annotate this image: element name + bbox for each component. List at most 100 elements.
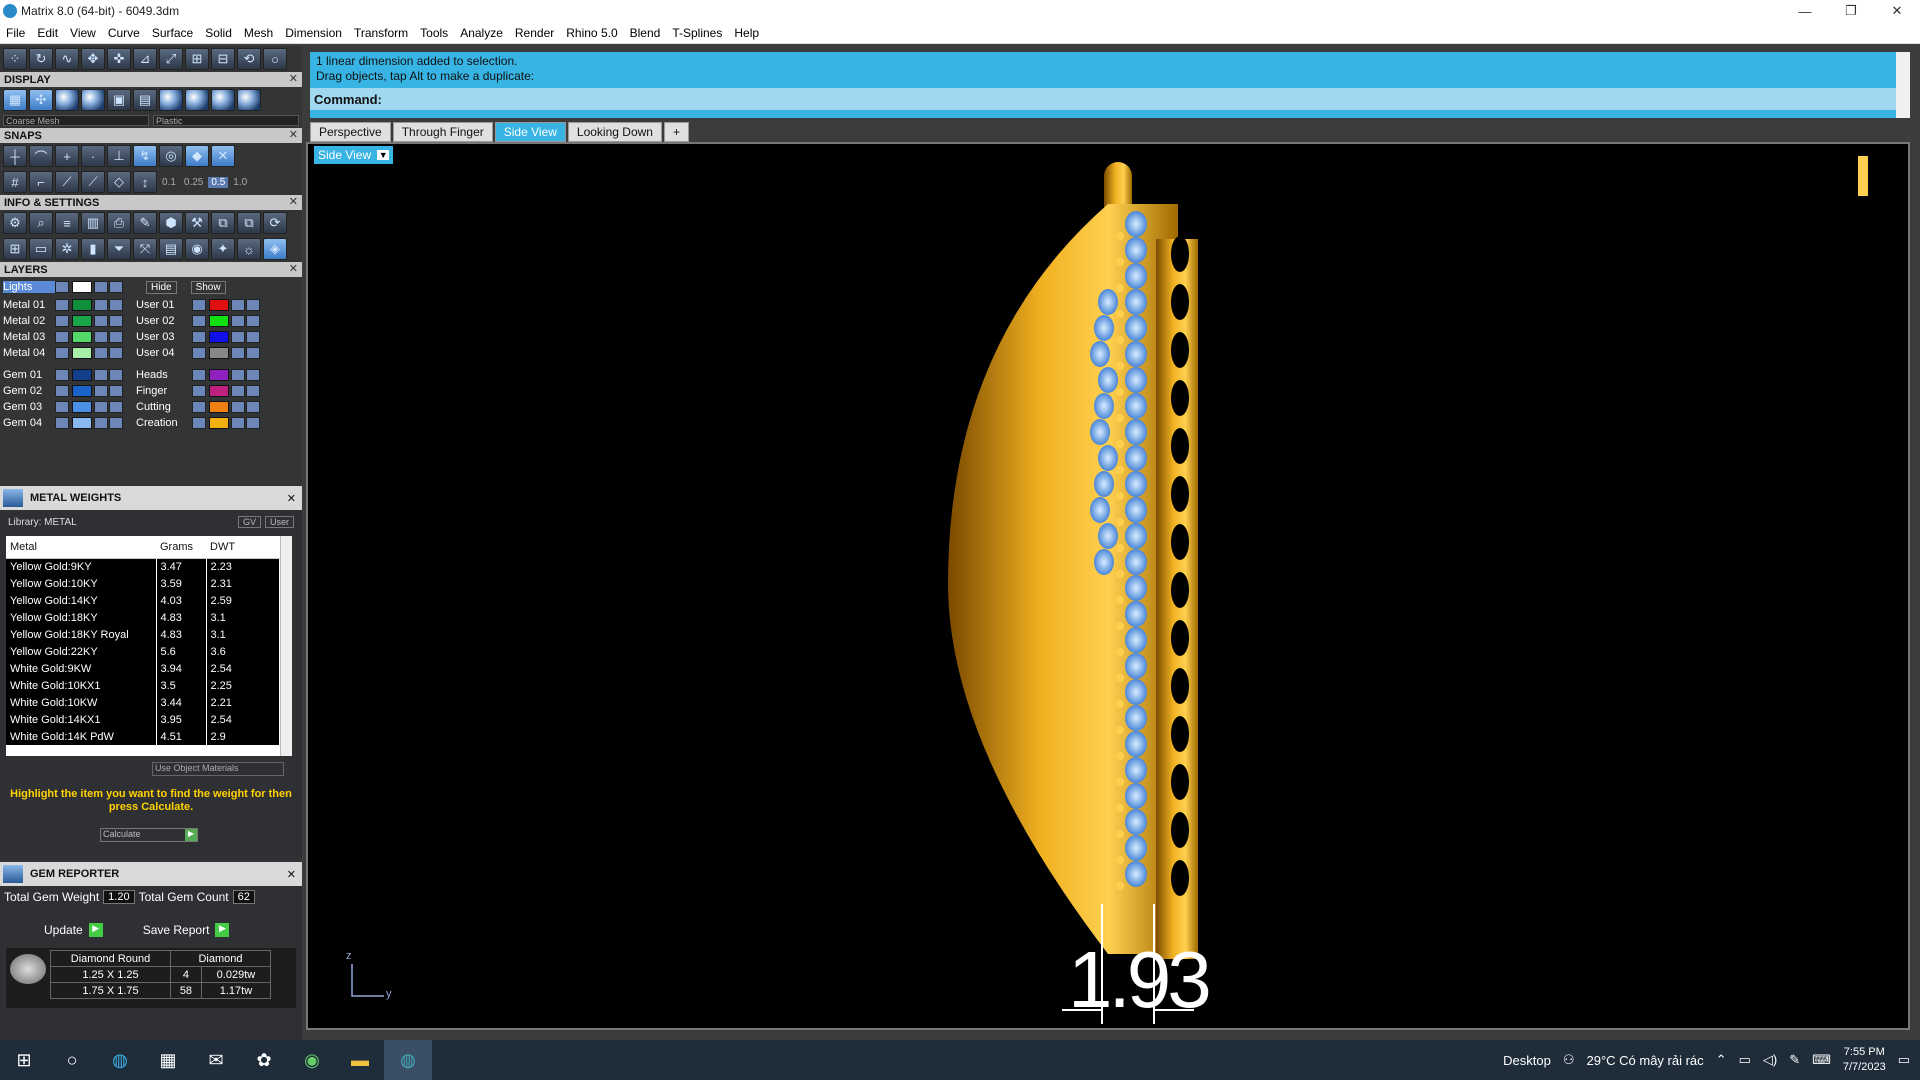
snap-near-icon[interactable]: ⌒	[29, 145, 53, 167]
visibility-icon[interactable]	[109, 299, 123, 311]
visibility-icon[interactable]	[246, 385, 260, 397]
orientation-gizmo-icon[interactable]	[1858, 156, 1868, 196]
layer-color-swatch[interactable]	[72, 401, 92, 413]
close-icon[interactable]: ✕	[289, 195, 298, 208]
layer-toggle[interactable]	[55, 331, 69, 343]
mail-icon[interactable]: ✉	[192, 1040, 240, 1080]
mirror-tool-icon[interactable]: ⊿	[133, 48, 157, 70]
lock-icon[interactable]	[231, 331, 245, 343]
snap-tan-icon[interactable]: ↯	[133, 145, 157, 167]
image-icon[interactable]: ▣	[107, 89, 131, 111]
col-dwt[interactable]: DWT	[206, 536, 280, 559]
pen-icon[interactable]: ✎	[1789, 1052, 1800, 1068]
material-dropdown[interactable]: Plastic	[153, 115, 299, 126]
show-button[interactable]: Show	[190, 280, 226, 294]
grid-view-icon[interactable]: ⊞	[3, 238, 27, 260]
restore-button[interactable]: ❐	[1828, 0, 1874, 22]
layer-toggle[interactable]	[192, 347, 206, 359]
osnap-icon[interactable]: ⟋	[81, 171, 105, 193]
gv-button[interactable]: GV	[237, 516, 261, 528]
layer-color-swatch[interactable]	[72, 417, 92, 429]
layer-row[interactable]: Gem 02 Finger	[3, 383, 299, 399]
file-explorer-icon[interactable]: ▬	[336, 1040, 384, 1080]
material-sphere-2-icon[interactable]	[185, 89, 209, 111]
menu-analyze[interactable]: Analyze	[454, 26, 509, 40]
monitor-icon[interactable]: ▭	[29, 238, 53, 260]
menu-surface[interactable]: Surface	[146, 26, 199, 40]
table-row[interactable]: Yellow Gold:14KY 4.03 2.59	[6, 592, 280, 609]
render-icon[interactable]: ✦	[211, 238, 235, 260]
lock-icon[interactable]	[94, 315, 108, 327]
layer-color-swatch[interactable]	[209, 369, 229, 381]
ortho-icon[interactable]: ⌐	[29, 171, 53, 193]
layer-color-swatch[interactable]	[209, 299, 229, 311]
layer-name[interactable]: Heads	[136, 369, 192, 381]
app-green-icon[interactable]: ◉	[288, 1040, 336, 1080]
layer-color-swatch[interactable]	[209, 401, 229, 413]
layer-toggle[interactable]	[55, 315, 69, 327]
visibility-icon[interactable]	[246, 369, 260, 381]
rendered-icon[interactable]	[81, 89, 105, 111]
move-tool-icon[interactable]: ✥	[81, 48, 105, 70]
mesh-dropdown[interactable]: Coarse Mesh	[3, 115, 149, 126]
col-metal[interactable]: Metal	[6, 536, 156, 559]
lock-icon[interactable]	[94, 299, 108, 311]
menu-render[interactable]: Render	[509, 26, 560, 40]
curve-tool-icon[interactable]: ∿	[55, 48, 79, 70]
layer-toggle[interactable]	[192, 401, 206, 413]
visibility-icon[interactable]	[109, 385, 123, 397]
table-row[interactable]: 1.25 X 1.25 4 0.029tw	[50, 966, 272, 983]
transform-icon[interactable]: ⤧	[133, 238, 157, 260]
menu-help[interactable]: Help	[728, 26, 765, 40]
network-icon[interactable]: ✲	[55, 238, 79, 260]
filter-icon[interactable]: ⏷	[107, 238, 131, 260]
paste-icon[interactable]: ⧉	[237, 212, 261, 234]
close-button[interactable]: ✕	[1874, 0, 1920, 22]
snap-end-icon[interactable]: ┼	[3, 145, 27, 167]
calculate-button[interactable]: Calculate ▶	[100, 828, 198, 842]
lock-icon[interactable]	[94, 401, 108, 413]
shaded-icon[interactable]	[55, 89, 79, 111]
clock[interactable]: 7:55 PM 7/7/2023	[1843, 1045, 1886, 1075]
lock-icon[interactable]	[94, 417, 108, 429]
menu-tools[interactable]: Tools	[414, 26, 454, 40]
lock-icon[interactable]	[94, 385, 108, 397]
notification-icon[interactable]: ▭	[1898, 1052, 1910, 1068]
visibility-icon[interactable]	[246, 347, 260, 359]
lock-icon[interactable]	[231, 299, 245, 311]
lock-icon[interactable]	[231, 385, 245, 397]
layer-name[interactable]: Metal 02	[3, 315, 55, 327]
layer-toggle[interactable]	[55, 385, 69, 397]
use-object-materials-dropdown[interactable]: Use Object Materials	[152, 762, 284, 776]
table-row[interactable]: White Gold:14K PdW 4.51 2.9	[6, 728, 280, 745]
layer-toggle[interactable]	[192, 331, 206, 343]
array-tool-icon[interactable]: ⊞	[185, 48, 209, 70]
layer-toggle[interactable]	[192, 315, 206, 327]
layer-row[interactable]: Metal 04 User 04	[3, 345, 299, 361]
layer-name[interactable]: Gem 03	[3, 401, 55, 413]
menu-rhino[interactable]: Rhino 5.0	[560, 26, 623, 40]
lights-layer[interactable]: Lights	[3, 281, 55, 293]
material-sphere-3-icon[interactable]	[211, 89, 235, 111]
snap-quad-icon[interactable]: ◆	[185, 145, 209, 167]
search-icon[interactable]: ○	[48, 1040, 96, 1080]
close-icon[interactable]: ✕	[287, 492, 296, 505]
layer-color-swatch[interactable]	[72, 315, 92, 327]
lock-icon[interactable]	[231, 315, 245, 327]
visibility-icon[interactable]	[246, 417, 260, 429]
menu-tsplines[interactable]: T-Splines	[666, 26, 728, 40]
visibility-icon[interactable]	[246, 331, 260, 343]
layer-color-swatch[interactable]	[209, 331, 229, 343]
visibility-icon[interactable]	[109, 281, 123, 293]
edge-browser-icon[interactable]: ◍	[96, 1040, 144, 1080]
update-button[interactable]: Update ▶	[44, 923, 103, 937]
chevron-up-icon[interactable]: ⌃	[1716, 1052, 1727, 1068]
layer-name[interactable]: Metal 01	[3, 299, 55, 311]
ghosted-icon[interactable]: ✣	[29, 89, 53, 111]
material-sphere-4-icon[interactable]	[237, 89, 261, 111]
command-input[interactable]: Command:	[310, 88, 1896, 110]
table-row[interactable]: Yellow Gold:10KY 3.59 2.31	[6, 575, 280, 592]
box-icon[interactable]: ▮	[81, 238, 105, 260]
col-grams[interactable]: Grams	[156, 536, 206, 559]
grid-snap-icon[interactable]: #	[3, 171, 27, 193]
